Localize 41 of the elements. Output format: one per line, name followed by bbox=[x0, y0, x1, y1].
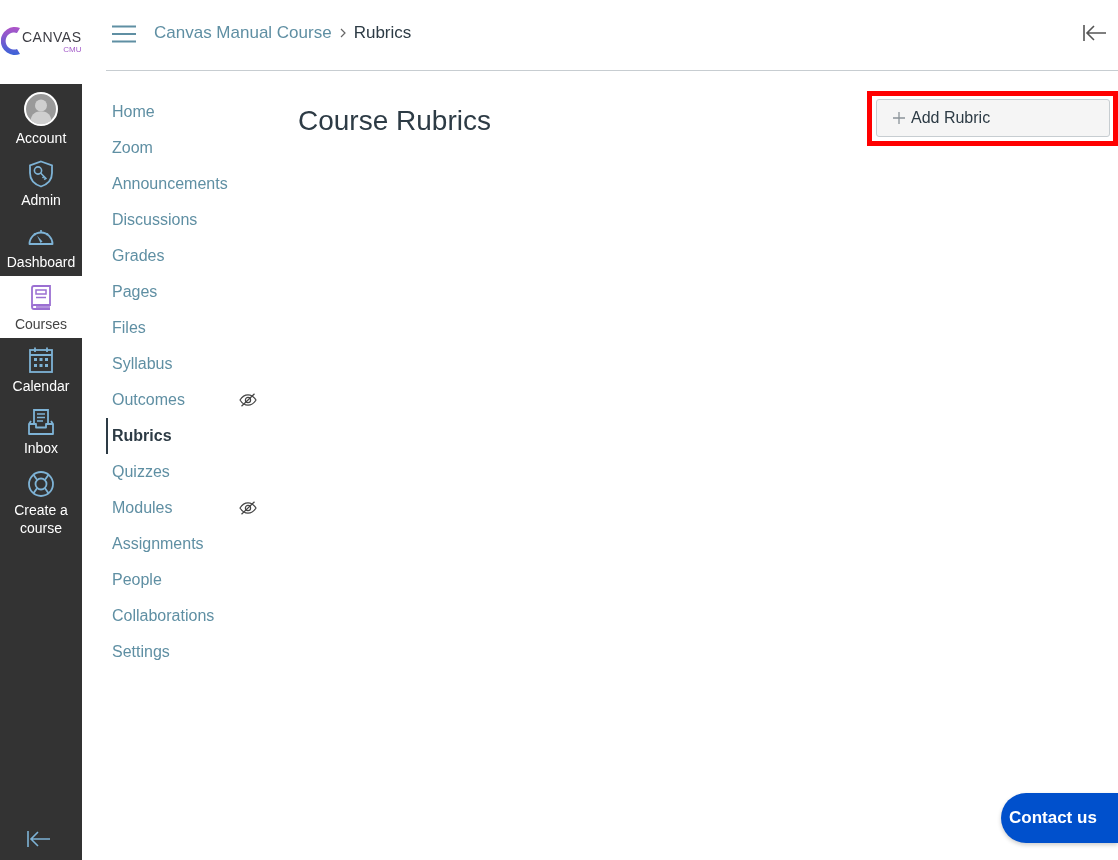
course-nav-link[interactable]: Syllabus bbox=[106, 346, 258, 382]
chevron-icon bbox=[339, 28, 346, 38]
global-nav-item[interactable]: Dashboard bbox=[0, 214, 82, 276]
calendar-icon bbox=[27, 346, 55, 374]
lifebuoy-icon bbox=[27, 470, 55, 498]
menu-icon[interactable] bbox=[112, 25, 136, 43]
page-title: Course Rubrics bbox=[298, 104, 491, 138]
add-rubric-button[interactable]: Add Rubric bbox=[876, 99, 1110, 137]
course-nav-link[interactable]: Files bbox=[106, 310, 258, 346]
course-nav-link[interactable]: Collaborations bbox=[106, 598, 258, 634]
course-nav-link[interactable]: Discussions bbox=[106, 202, 258, 238]
course-nav-link[interactable]: Outcomes bbox=[106, 382, 258, 418]
global-nav-item[interactable]: Inbox bbox=[0, 400, 82, 462]
global-nav-item[interactable]: Courses bbox=[0, 276, 82, 338]
course-nav-link[interactable]: Modules bbox=[106, 490, 258, 526]
breadcrumb-link[interactable]: Canvas Manual Course bbox=[154, 23, 332, 43]
course-nav-link[interactable]: Pages bbox=[106, 274, 258, 310]
logo-wordmark: CANVAS bbox=[22, 30, 82, 45]
course-nav-link[interactable]: Announcements bbox=[106, 166, 258, 202]
collapse-arrow-icon[interactable] bbox=[1083, 24, 1107, 42]
avatar-icon bbox=[24, 92, 58, 126]
logo-arc-icon bbox=[1, 25, 21, 57]
contact-us-button[interactable]: Contact us bbox=[1001, 793, 1118, 843]
shield-key-icon bbox=[27, 160, 55, 188]
course-nav-link[interactable]: Zoom bbox=[106, 130, 258, 166]
inbox-icon bbox=[27, 408, 55, 436]
global-nav-item[interactable]: Create a course bbox=[0, 462, 82, 542]
logo-subtitle: CMU bbox=[63, 45, 82, 54]
course-nav-link[interactable]: People bbox=[106, 562, 258, 598]
course-nav-link[interactable]: Quizzes bbox=[106, 454, 258, 490]
plus-icon bbox=[893, 112, 905, 124]
course-nav-link[interactable]: Assignments bbox=[106, 526, 258, 562]
breadcrumb-current: Rubrics bbox=[353, 23, 412, 43]
global-nav-item[interactable]: Admin bbox=[0, 152, 82, 214]
course-nav-link[interactable]: Rubrics bbox=[106, 418, 258, 454]
course-nav-link[interactable]: Grades bbox=[106, 238, 258, 274]
global-nav-item[interactable]: Account bbox=[0, 84, 82, 152]
global-nav-item[interactable]: Calendar bbox=[0, 338, 82, 400]
course-nav-link[interactable]: Settings bbox=[106, 634, 258, 670]
course-nav-link[interactable]: Home bbox=[106, 94, 258, 130]
collapse-arrow-icon[interactable] bbox=[27, 830, 51, 848]
